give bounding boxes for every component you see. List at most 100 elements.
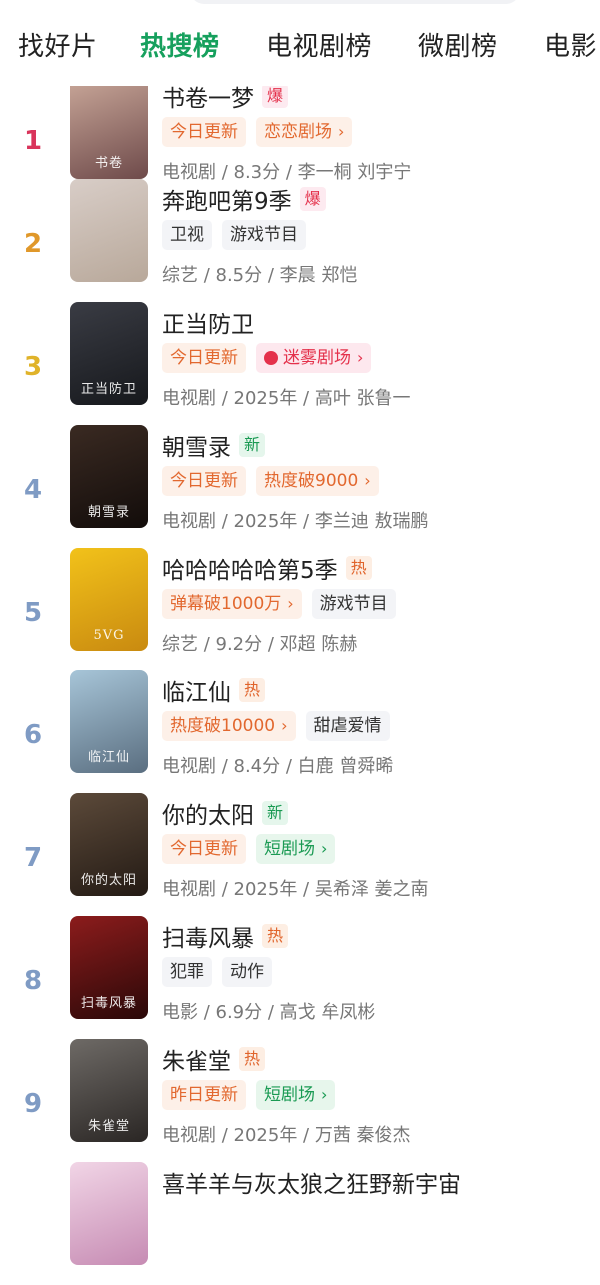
- show-title[interactable]: 奔跑吧第9季爆: [162, 182, 326, 216]
- chevron-right-icon: ›: [357, 348, 364, 367]
- chevron-right-icon: ›: [281, 716, 288, 735]
- poster-caption: 你的太阳: [80, 873, 137, 888]
- tag-chips: 弹幕破1000万 › 游戏节目: [162, 589, 396, 619]
- show-title-text: 正当防卫: [162, 312, 254, 338]
- tag-chip-label: 昨日更新: [170, 1085, 238, 1105]
- tab-hot-search[interactable]: 热搜榜: [140, 26, 220, 63]
- rank-number: 9: [23, 1089, 43, 1119]
- ranking-row[interactable]: 4 朝雪录 朝雪录新今日更新 热度破9000 › 电视剧 / 2025年 / 李兰迪 敖瑞…: [0, 425, 600, 548]
- tag-chip[interactable]: 热度破9000 ›: [256, 466, 379, 496]
- poster-image[interactable]: 5VG: [70, 548, 148, 651]
- tag-chip[interactable]: 热度破10000 ›: [162, 711, 296, 741]
- show-title[interactable]: 喜羊羊与灰太狼之狂野新宇宙: [162, 1165, 461, 1199]
- show-title-text: 哈哈哈哈哈第5季: [162, 558, 338, 584]
- show-title-text: 喜羊羊与灰太狼之狂野新宇宙: [162, 1172, 461, 1198]
- tag-chip-label: 热度破10000: [170, 716, 276, 736]
- show-title[interactable]: 朱雀堂热: [162, 1042, 266, 1076]
- tag-chip-label: 游戏节目: [230, 225, 298, 245]
- tag-chip[interactable]: 甜虐爱情: [305, 711, 390, 741]
- tag-chip-label: 今日更新: [170, 348, 238, 368]
- tag-chip-label: 动作: [230, 962, 264, 982]
- tag-chip[interactable]: 游戏节目: [311, 589, 396, 619]
- status-badge: 热: [239, 1047, 266, 1071]
- tag-chip[interactable]: 恋恋剧场 ›: [256, 117, 353, 147]
- poster-image[interactable]: 扫毒风暴: [70, 916, 148, 1019]
- tag-chip-label: 短剧场: [264, 839, 315, 859]
- tag-chip[interactable]: 今日更新: [162, 834, 246, 864]
- show-meta: 电视剧 / 2025年 / 高叶 张鲁一: [162, 388, 411, 409]
- ranking-row[interactable]: 3 正当防卫 正当防卫 今日更新 迷雾剧场 › 电视剧 / 2025年 / 高叶 张鲁一: [0, 302, 600, 425]
- rank-number: 1: [23, 126, 43, 156]
- status-badge: 爆: [299, 187, 326, 211]
- status-badge: 热: [239, 678, 266, 702]
- show-meta: 综艺 / 8.5分 / 李晨 郑恺: [162, 265, 358, 286]
- tab-movie[interactable]: 电影: [544, 26, 597, 63]
- show-meta: 电影 / 6.9分 / 高戈 牟凤彬: [162, 1002, 376, 1023]
- ranking-row[interactable]: 2 奔跑吧第9季爆卫视 游戏节目 综艺 / 8.5分 / 李晨 郑恺: [0, 179, 600, 302]
- rank-number: 8: [23, 966, 43, 996]
- ranking-row[interactable]: 6 临江仙 临江仙热热度破10000 › 甜虐爱情 电视剧 / 8.4分 / 白鹿 曾舜晞: [0, 670, 600, 793]
- tag-chip-label: 今日更新: [170, 122, 238, 142]
- tag-chip[interactable]: 犯罪: [162, 957, 212, 987]
- tag-chip[interactable]: 弹幕破1000万 ›: [162, 589, 302, 619]
- show-title[interactable]: 扫毒风暴热: [162, 919, 289, 953]
- tag-chips: 今日更新 热度破9000 ›: [162, 466, 379, 496]
- search-bar-edge[interactable]: [190, 0, 520, 4]
- ranking-list: 1 书卷 书卷一梦爆今日更新 恋恋剧场 › 电视剧 / 8.3分 / 李一桐 刘宇宁 2 奔跑…: [0, 0, 600, 1265]
- ranking-row[interactable]: 5 5VG 哈哈哈哈哈第5季热弹幕破1000万 › 游戏节目综艺 / 9.2分 / 邓超…: [0, 548, 600, 671]
- tag-chip-label: 卫视: [170, 225, 204, 245]
- chevron-right-icon: ›: [287, 594, 294, 613]
- tag-chip[interactable]: 今日更新: [162, 466, 246, 496]
- tag-chip-label: 短剧场: [264, 1085, 315, 1105]
- rank-number: 3: [23, 352, 43, 382]
- tab-micro-drama-ranking[interactable]: 微剧榜: [418, 26, 498, 63]
- rank-number: 4: [23, 475, 43, 505]
- tag-chip-label: 弹幕破1000万: [170, 594, 282, 614]
- tag-chip[interactable]: 短剧场 ›: [256, 1080, 336, 1110]
- tag-chip[interactable]: 短剧场 ›: [256, 834, 336, 864]
- show-title[interactable]: 哈哈哈哈哈第5季热: [162, 551, 372, 585]
- poster-image[interactable]: 朱雀堂: [70, 1039, 148, 1142]
- tag-chips: 卫视 游戏节目: [162, 220, 306, 250]
- tag-chip[interactable]: 游戏节目: [222, 220, 306, 250]
- tag-chip[interactable]: 迷雾剧场 ›: [256, 343, 372, 373]
- ranking-row[interactable]: 9 朱雀堂 朱雀堂热昨日更新 短剧场 › 电视剧 / 2025年 / 万茜 秦俊杰: [0, 1039, 600, 1162]
- tag-chip[interactable]: 动作: [222, 957, 272, 987]
- poster-image[interactable]: 正当防卫: [70, 302, 148, 405]
- rank-number: 5: [23, 598, 43, 628]
- tag-chip[interactable]: 今日更新: [162, 117, 246, 147]
- chevron-right-icon: ›: [321, 1085, 328, 1104]
- show-title[interactable]: 临江仙热: [162, 673, 266, 707]
- poster-caption: 朝雪录: [87, 505, 130, 520]
- bulb-icon: [264, 351, 278, 365]
- ranking-row[interactable]: 7 你的太阳 你的太阳新今日更新 短剧场 › 电视剧 / 2025年 / 吴希泽 姜之南: [0, 793, 600, 916]
- ranking-row[interactable]: 8 扫毒风暴 扫毒风暴热犯罪 动作电影 / 6.9分 / 高戈 牟凤彬: [0, 916, 600, 1039]
- chevron-right-icon: ›: [321, 839, 328, 858]
- ranking-row[interactable]: 喜羊羊与灰太狼之狂野新宇宙: [0, 1162, 600, 1285]
- poster-image[interactable]: 你的太阳: [70, 793, 148, 896]
- tab-find-good-shows[interactable]: 找好片: [18, 26, 98, 63]
- show-title[interactable]: 朝雪录新: [162, 428, 266, 462]
- tab-tv-ranking[interactable]: 电视剧榜: [266, 26, 372, 63]
- status-badge: 新: [262, 801, 289, 825]
- tag-chip-label: 今日更新: [170, 471, 238, 491]
- tag-chips: 今日更新 恋恋剧场 ›: [162, 117, 353, 147]
- tag-chip[interactable]: 昨日更新: [162, 1080, 246, 1110]
- poster-caption: 临江仙: [87, 750, 130, 765]
- show-title[interactable]: 你的太阳新: [162, 796, 289, 830]
- poster-image[interactable]: 朝雪录: [70, 425, 148, 528]
- show-title[interactable]: 正当防卫: [162, 305, 254, 339]
- tag-chip[interactable]: 今日更新: [162, 343, 246, 373]
- poster-image[interactable]: 书卷: [70, 76, 148, 179]
- poster-image[interactable]: [70, 179, 148, 282]
- tag-chip[interactable]: 卫视: [162, 220, 212, 250]
- poster-caption: 5VG: [93, 628, 125, 643]
- show-meta: 综艺 / 9.2分 / 邓超 陈赫: [162, 634, 358, 655]
- poster-caption: 正当防卫: [80, 382, 137, 397]
- show-meta: 电视剧 / 2025年 / 李兰迪 敖瑞鹏: [162, 511, 429, 532]
- show-meta: 电视剧 / 2025年 / 吴希泽 姜之南: [162, 879, 429, 900]
- tag-chips: 热度破10000 › 甜虐爱情: [162, 711, 390, 741]
- poster-image[interactable]: [70, 1162, 148, 1265]
- poster-image[interactable]: 临江仙: [70, 670, 148, 773]
- tag-chip-label: 恋恋剧场: [264, 122, 332, 142]
